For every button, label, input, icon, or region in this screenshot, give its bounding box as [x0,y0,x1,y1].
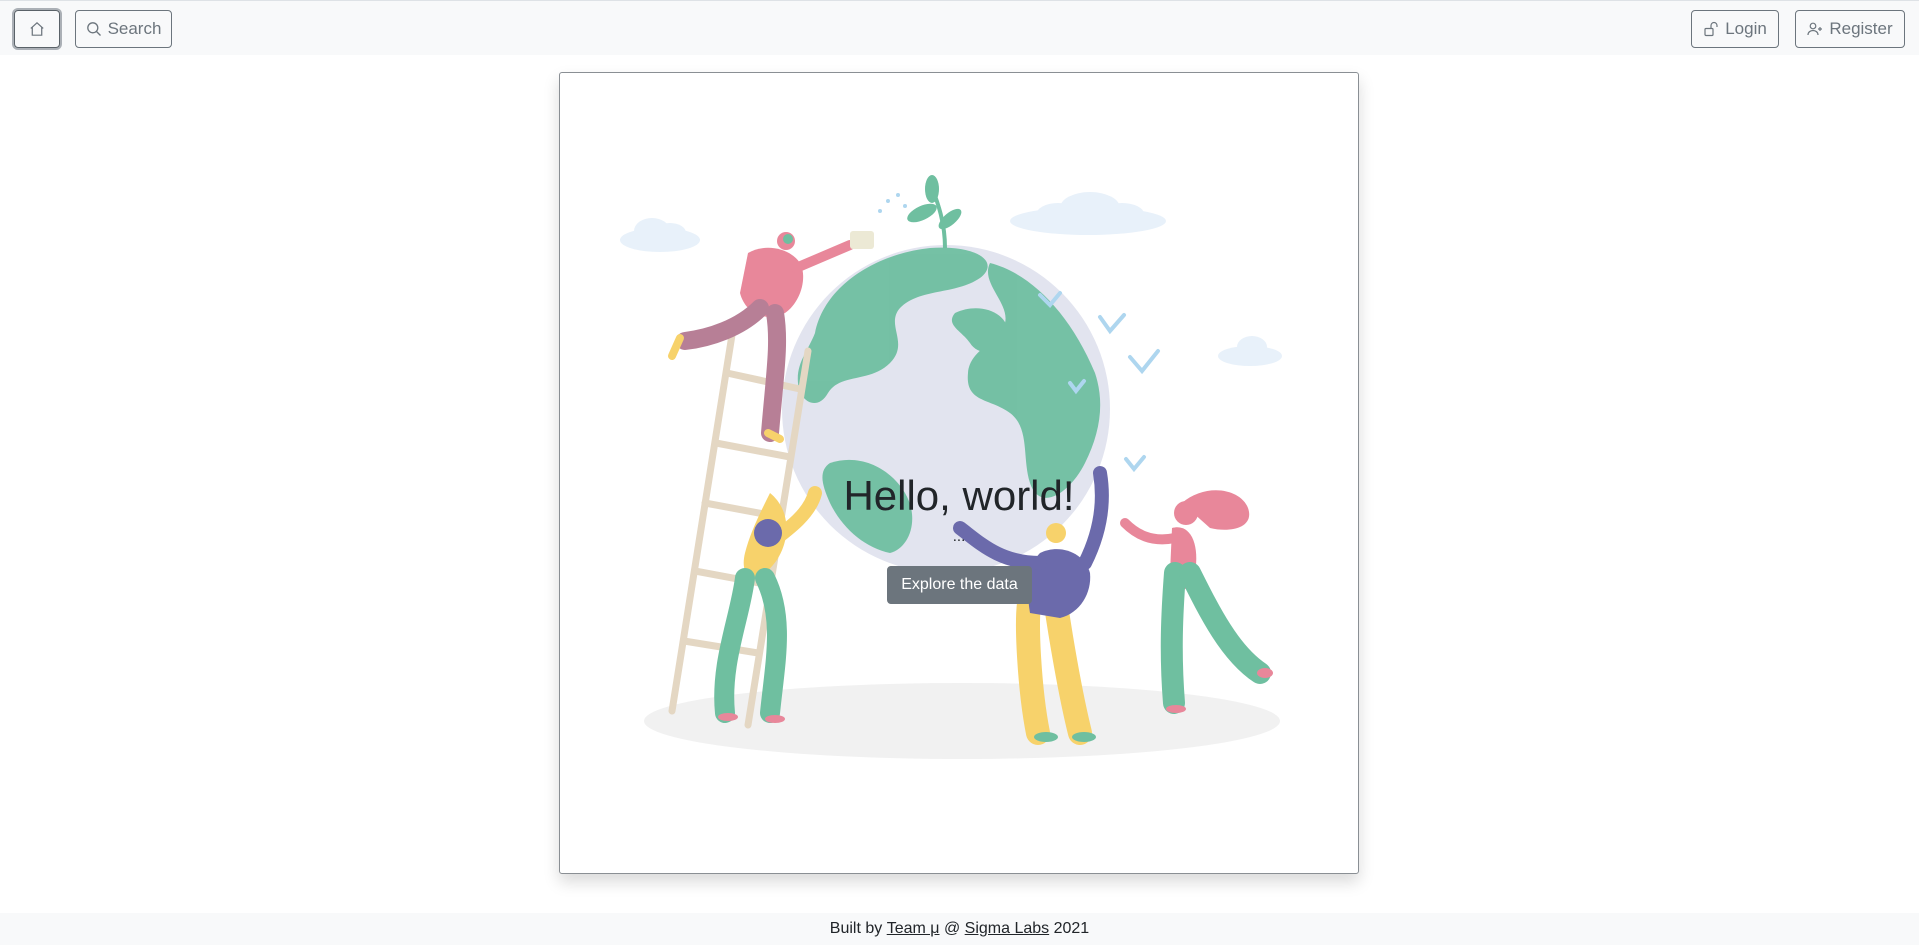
register-button-label: Register [1829,19,1893,38]
search-icon [86,21,102,37]
login-button[interactable]: Login [1691,10,1779,48]
footer-prefix: Built by [829,920,883,937]
sigma-labs-link[interactable]: Sigma Labs [965,920,1050,938]
explore-data-button[interactable]: Explore the data [887,566,1032,604]
footer-at: @ [943,920,961,937]
hero-title: Hello, world! [843,472,1075,519]
login-button-label: Login [1725,19,1767,38]
home-button[interactable] [14,10,60,48]
cloud-icon [620,218,700,252]
top-navbar: Search Login Register [0,0,1919,55]
search-button-label: Search [107,19,162,38]
team-link[interactable]: Team μ [887,920,940,938]
hero-card: Hello, world! ... Explore the data [559,72,1359,874]
hero-subtitle: ... [952,528,966,545]
house-icon [28,20,46,38]
person-plus-icon [1807,21,1823,37]
search-button[interactable]: Search [75,10,172,48]
register-button[interactable]: Register [1795,10,1905,48]
footer-year: 2021 [1053,920,1090,937]
footer: Built by Team μ @ Sigma Labs 2021 [0,913,1919,945]
unlock-icon [1703,21,1719,37]
